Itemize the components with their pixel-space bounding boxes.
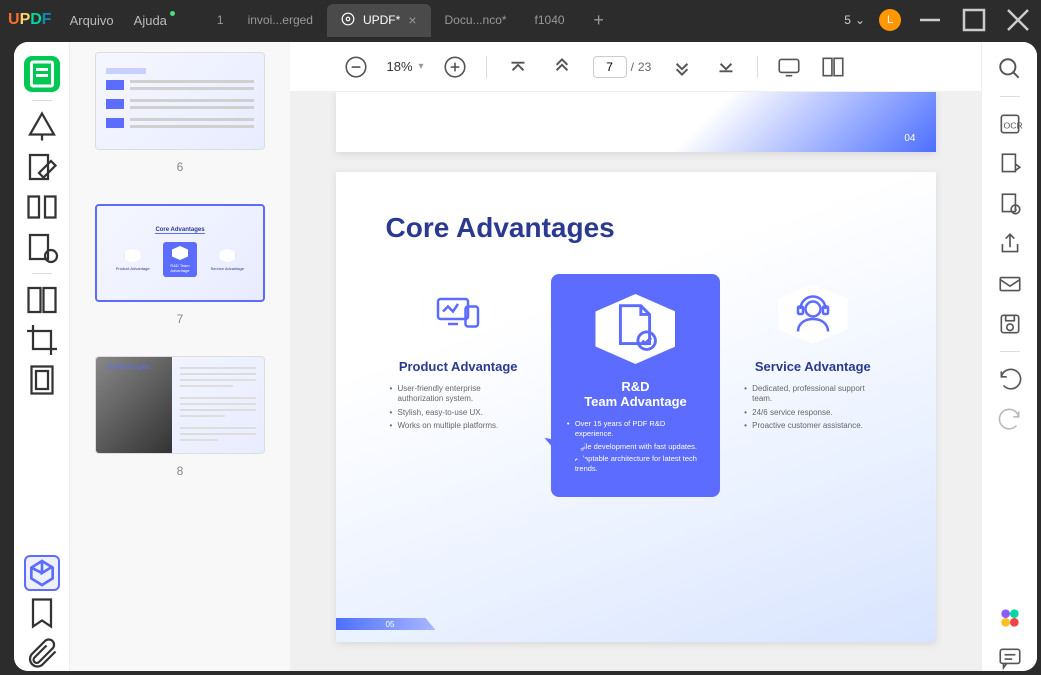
headset-icon — [778, 284, 848, 344]
svg-text:OCR: OCR — [1003, 120, 1022, 130]
window-controls: 5 ⌄ L — [844, 5, 1033, 35]
tab-bar: 1 invoi...erged UPDF* × Docu...nco* f104… — [207, 4, 844, 37]
compress-tool-icon[interactable] — [24, 362, 60, 398]
attachments-panel-button[interactable] — [24, 635, 60, 671]
bullet: Proactive customer assistance. — [744, 421, 881, 431]
left-rail — [14, 42, 70, 671]
cloud-sync-badge[interactable]: 5 ⌄ — [844, 13, 865, 27]
thumbnails-panel-button[interactable] — [24, 555, 60, 591]
cloud-count: 5 — [844, 13, 851, 27]
zoom-level[interactable]: 18%▾ — [387, 59, 424, 74]
share-button[interactable] — [997, 231, 1023, 257]
redo-button[interactable] — [997, 406, 1023, 432]
thumbnail-number: 7 — [94, 312, 266, 326]
presentation-button[interactable] — [776, 54, 802, 80]
comment-tool-icon[interactable] — [24, 109, 60, 145]
forms-tool-icon[interactable] — [24, 229, 60, 265]
email-button[interactable] — [997, 271, 1023, 297]
tab-f1040[interactable]: f1040 — [521, 5, 579, 35]
search-button[interactable] — [997, 56, 1023, 82]
crop-tool-icon[interactable] — [24, 322, 60, 358]
document-badge-icon — [595, 294, 675, 364]
page-7[interactable]: Core Advantages Product Advantage User-f… — [336, 172, 936, 642]
undo-button[interactable] — [997, 366, 1023, 392]
tab-label: Docu...nco* — [445, 13, 507, 27]
slide-footer: 05 — [336, 618, 436, 630]
bullet: Works on multiple platforms. — [390, 421, 527, 431]
zoom-in-button[interactable] — [442, 54, 468, 80]
edit-tool-icon[interactable] — [24, 149, 60, 185]
card-title: Service Advantage — [740, 359, 885, 374]
ai-assistant-button[interactable] — [997, 605, 1023, 631]
first-page-button[interactable] — [505, 54, 531, 80]
comments-button[interactable] — [997, 645, 1023, 671]
thumbnail-page-8[interactable]: Growth Prospect — [95, 356, 265, 454]
zoom-out-button[interactable] — [343, 54, 369, 80]
bullet: Stylish, easy-to-use UX. — [390, 408, 527, 418]
page-indicator: / 23 — [593, 56, 652, 78]
convert-button[interactable] — [997, 151, 1023, 177]
slide-title: Core Advantages — [386, 212, 886, 244]
monitor-icon — [423, 284, 493, 344]
document-canvas[interactable]: 04 Core Advantages Product Advantage Use… — [290, 92, 981, 671]
top-toolbar: 18%▾ / 23 — [290, 42, 981, 92]
tab-docu[interactable]: Docu...nco* — [431, 5, 521, 35]
ocr-button[interactable]: OCR — [997, 111, 1023, 137]
minimize-button[interactable] — [915, 5, 945, 35]
chevron-down-icon: ⌄ — [855, 13, 865, 27]
bullet: User-friendly enterprise authorization s… — [390, 384, 527, 405]
bookmarks-panel-button[interactable] — [24, 595, 60, 631]
app-logo: UPDF — [8, 11, 52, 29]
thumbnail-page-6[interactable] — [95, 52, 265, 150]
tab-invoice[interactable]: invoi...erged — [234, 5, 327, 35]
service-advantage-card: Service Advantage Dedicated, professiona… — [740, 284, 885, 435]
thumbnail-number: 6 — [94, 160, 266, 174]
page-number: 04 — [904, 133, 915, 144]
menu-file[interactable]: Arquivo — [70, 13, 114, 28]
protect-button[interactable] — [997, 191, 1023, 217]
tab-label: UPDF* — [363, 13, 400, 27]
caret-down-icon: ▾ — [419, 61, 424, 72]
page-input[interactable] — [593, 56, 627, 78]
tab-counter[interactable]: 1 — [207, 5, 234, 35]
thumbnail-panel[interactable]: 6 Core Advantages Product Advantage R&D … — [70, 42, 290, 671]
add-tab-button[interactable]: + — [587, 8, 611, 32]
tab-label: invoi...erged — [248, 13, 313, 27]
tab-edit-icon — [341, 12, 355, 29]
last-page-button[interactable] — [713, 54, 739, 80]
thumbnail-number: 8 — [94, 464, 266, 478]
card-title: R&DTeam Advantage — [563, 379, 708, 409]
bullet: 24/6 service response. — [744, 408, 881, 418]
organize-tool-icon[interactable] — [24, 189, 60, 225]
close-icon[interactable]: × — [408, 12, 416, 28]
next-page-button[interactable] — [669, 54, 695, 80]
prev-page-button[interactable] — [549, 54, 575, 80]
title-bar: UPDF Arquivo Ajuda 1 invoi...erged UPDF*… — [0, 0, 1041, 40]
page-total: 23 — [638, 60, 651, 74]
compare-tool-icon[interactable] — [24, 282, 60, 318]
tab-label: f1040 — [535, 13, 565, 27]
right-rail: OCR — [981, 42, 1037, 671]
thumbnail-page-7[interactable]: Core Advantages Product Advantage R&D Te… — [95, 204, 265, 302]
product-advantage-card: Product Advantage User-friendly enterpri… — [386, 284, 531, 435]
tab-updf[interactable]: UPDF* × — [327, 4, 431, 37]
save-button[interactable] — [997, 311, 1023, 337]
user-avatar[interactable]: L — [879, 9, 901, 31]
card-title: Product Advantage — [386, 359, 531, 374]
bullet: Dedicated, professional support team. — [744, 384, 881, 405]
menu-help[interactable]: Ajuda — [134, 13, 167, 28]
close-button[interactable] — [1003, 5, 1033, 35]
reader-mode-icon[interactable] — [24, 56, 60, 92]
page-6-partial[interactable]: 04 — [336, 92, 936, 152]
maximize-button[interactable] — [959, 5, 989, 35]
view-mode-button[interactable] — [820, 54, 846, 80]
